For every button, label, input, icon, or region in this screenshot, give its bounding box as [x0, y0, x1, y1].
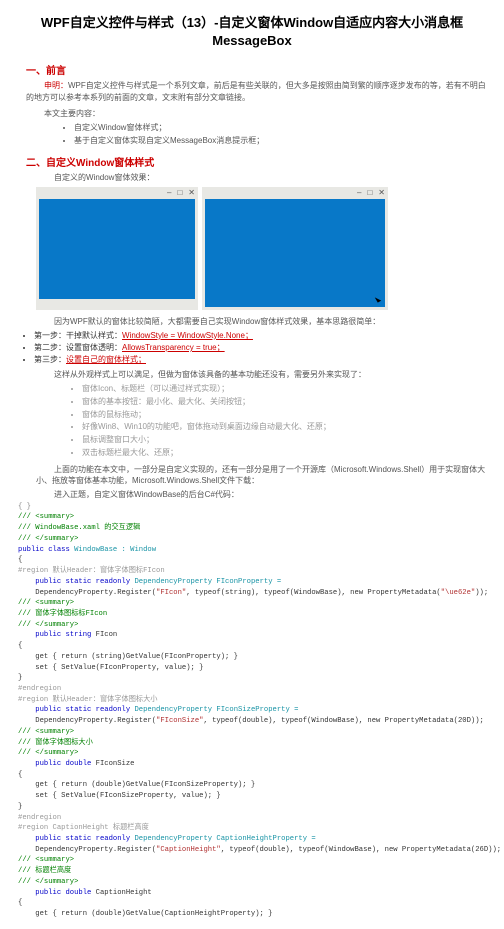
code-line: DependencyProperty.Register("FIconSize",…	[18, 717, 490, 727]
code-line: public string FIcon	[18, 631, 490, 641]
step-item: 第三步：设置自己的窗体样式；	[34, 354, 490, 366]
minimize-icon: –	[357, 189, 361, 197]
window-preview-2: – □ ✕	[202, 187, 388, 310]
code-line: public static readonly DependencyPropert…	[18, 578, 490, 588]
code-line: /// 窗体字体图标标FIcon	[18, 610, 490, 620]
code-line: public static readonly DependencyPropert…	[18, 706, 490, 716]
code-line: get { return (double)GetValue(CaptionHei…	[18, 910, 490, 920]
step-item: 第二步：设置窗体透明：AllowsTransparency = true；	[34, 342, 490, 354]
window-body	[39, 199, 195, 299]
code-line: /// </summary>	[18, 878, 490, 888]
window-preview-1: – □ ✕	[36, 187, 198, 310]
code-collapse-marker[interactable]: { }	[18, 503, 490, 513]
step-prefix: 第三步：	[34, 355, 66, 364]
list-item: 窗体的基本按钮：最小化、最大化、关闭按钮；	[82, 396, 490, 409]
code-line: /// </summary>	[18, 621, 490, 631]
code-line: /// <summary>	[18, 513, 490, 523]
titlebar: – □ ✕	[202, 187, 388, 199]
list-item: 基于自定义窗体实现自定义MessageBox消息提示框；	[74, 135, 490, 148]
code-line: /// <summary>	[18, 599, 490, 609]
effect-label: 自定义的Window窗体效果：	[36, 172, 490, 183]
intro-paragraph: 申明：WPF自定义控件与样式是一个系列文章，前后是有些关联的，但大多是按照由简到…	[26, 80, 490, 104]
note-2: 这样从外观样式上可以满足，但做为窗体该具备的基本功能还没有，需要另外来实现了：	[36, 369, 490, 380]
code-line: get { return (double)GetValue(FIconSizeP…	[18, 781, 490, 791]
code-line: {	[18, 899, 490, 909]
code-line: DependencyProperty.Register("FIcon", typ…	[18, 589, 490, 599]
list-item: 双击标题栏最大化、还原；	[82, 447, 490, 460]
maximize-icon: □	[177, 189, 182, 197]
code-line: /// <summary>	[18, 728, 490, 738]
code-line: public double CaptionHeight	[18, 889, 490, 899]
note-4: 进入正题，自定义窗体WindowBase的后台C#代码：	[36, 489, 490, 500]
step-prefix: 第二步：设置窗体透明：	[34, 343, 122, 352]
code-line: {	[18, 771, 490, 781]
step-prefix: 第一步：干掉默认样式：	[34, 331, 122, 340]
window-body	[205, 199, 385, 307]
code-line: /// 窗体字体图标大小	[18, 739, 490, 749]
section-1-heading: 一、前言	[26, 62, 490, 77]
code-line: set { SetValue(FIconSizeProperty, value)…	[18, 792, 490, 802]
list-item: 好像Win8、Win10的功能吧，窗体拖动到桌面边缘自动最大化、还原；	[82, 421, 490, 434]
code-line: {	[18, 642, 490, 652]
step-link[interactable]: WindowStyle = WindowStyle.None；	[122, 331, 253, 340]
close-icon: ✕	[188, 189, 195, 197]
titlebar: – □ ✕	[36, 187, 198, 199]
intro-text: WPF自定义控件与样式是一个系列文章，前后是有些关联的，但大多是按照由简到繁的顺…	[26, 81, 486, 102]
code-line: public static readonly DependencyPropert…	[18, 835, 490, 845]
step-link[interactable]: AllowsTransparency = true；	[122, 343, 225, 352]
intro-sub: 本文主要内容：	[26, 108, 490, 119]
note-3: 上面的功能在本文中，一部分是自定义实现的，还有一部分是用了一个开源库（Micro…	[36, 464, 490, 486]
section-2-heading: 二、自定义Window窗体样式	[26, 154, 490, 169]
code-region: #region CaptionHeight 标题栏高度	[18, 824, 490, 834]
code-line: {	[18, 556, 490, 566]
feature-bullet-list: 窗体Icon、标题栏（可以通过样式实现）； 窗体的基本按钮：最小化、最大化、关闭…	[36, 383, 490, 460]
code-region: #region 默认Header：窗体字体图标大小	[18, 696, 490, 706]
code-line: }	[18, 674, 490, 684]
intro-label: 申明：	[44, 81, 68, 90]
list-item: 窗体Icon、标题栏（可以通过样式实现）；	[82, 383, 490, 396]
screenshots-row: – □ ✕ – □ ✕	[36, 187, 490, 310]
note-1: 因为WPF默认的窗体比较简陋，大都需要自己实现Window窗体样式效果，基本思路…	[36, 316, 490, 327]
list-item: 自定义Window窗体样式；	[74, 122, 490, 135]
page-title: WPF自定义控件与样式（13）-自定义窗体Window自适应内容大小消息框Mes…	[14, 14, 490, 50]
code-line: set { SetValue(FIconProperty, value); }	[18, 664, 490, 674]
code-region: #region 默认Header：窗体字体图标FIcon	[18, 567, 490, 577]
code-line: public double FIconSize	[18, 760, 490, 770]
code-line: get { return (string)GetValue(FIconPrope…	[18, 653, 490, 663]
code-line: /// WindowBase.xaml 的交互逻辑	[18, 524, 490, 534]
minimize-icon: –	[167, 189, 171, 197]
code-line: }	[18, 803, 490, 813]
code-line: /// <summary>	[18, 856, 490, 866]
list-item: 鼠标调整窗口大小；	[82, 434, 490, 447]
list-item: 窗体的鼠标拖动；	[82, 409, 490, 422]
maximize-icon: □	[367, 189, 372, 197]
step-link[interactable]: 设置自己的窗体样式；	[66, 355, 146, 364]
code-line: public class WindowBase : Window	[18, 546, 490, 556]
step-item: 第一步：干掉默认样式：WindowStyle = WindowStyle.Non…	[34, 330, 490, 342]
code-line: /// </summary>	[18, 749, 490, 759]
intro-bullet-list: 自定义Window窗体样式； 基于自定义窗体实现自定义MessageBox消息提…	[28, 122, 490, 148]
steps-list: 第一步：干掉默认样式：WindowStyle = WindowStyle.Non…	[24, 330, 490, 366]
code-endregion: #endregion	[18, 814, 490, 824]
code-line: DependencyProperty.Register("CaptionHeig…	[18, 846, 490, 856]
code-endregion: #endregion	[18, 685, 490, 695]
code-line: /// </summary>	[18, 535, 490, 545]
code-line: /// 标题栏高度	[18, 867, 490, 877]
close-icon: ✕	[378, 189, 385, 197]
